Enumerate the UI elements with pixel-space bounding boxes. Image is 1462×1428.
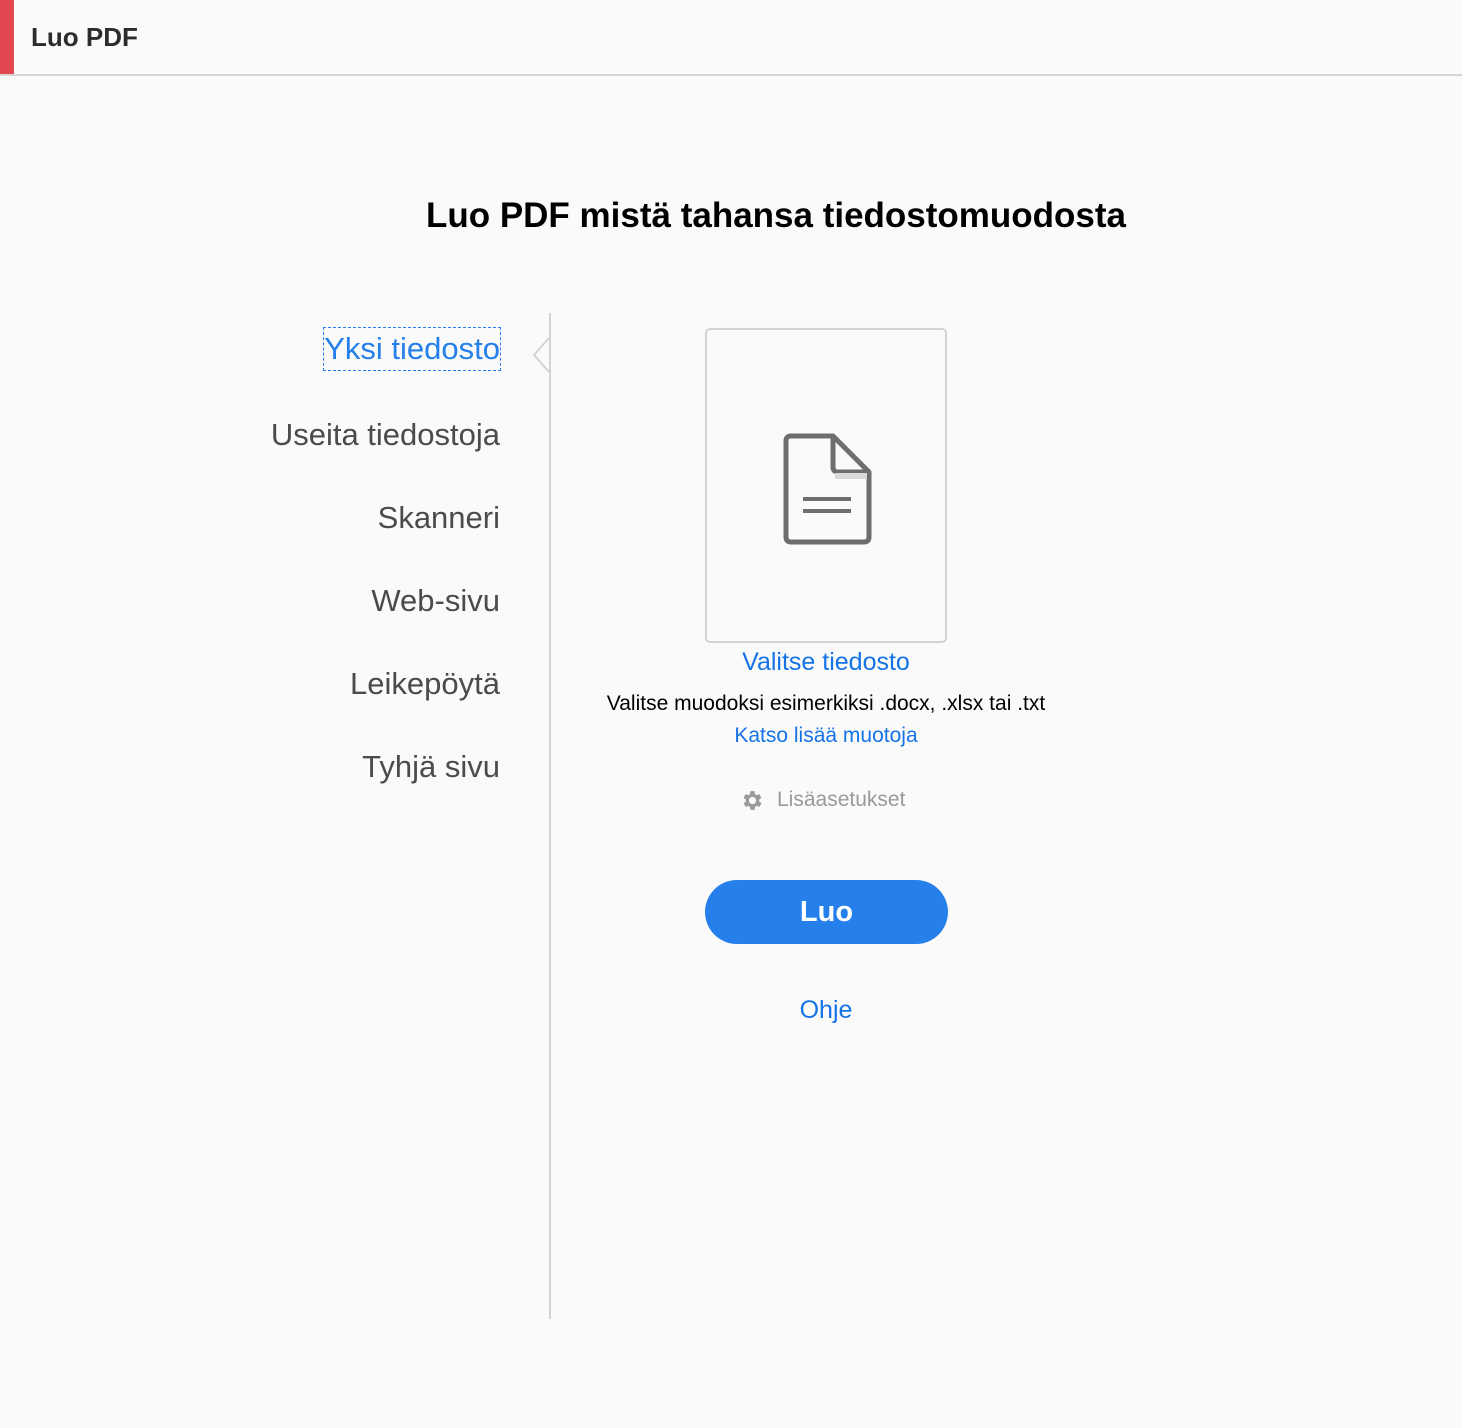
document-icon — [783, 433, 872, 545]
app-header: Luo PDF — [0, 0, 1462, 76]
create-button[interactable]: Luo — [705, 880, 948, 944]
nav-item-web-page[interactable]: Web-sivu — [371, 580, 500, 622]
advanced-settings-link[interactable]: Lisäasetukset — [740, 785, 905, 815]
nav-item-blank-page[interactable]: Tyhjä sivu — [362, 746, 500, 788]
nav-item-multiple-files[interactable]: Useita tiedostoja — [271, 414, 500, 456]
more-formats-link[interactable]: Katso lisää muotoja — [560, 724, 1092, 748]
file-drop-card[interactable] — [705, 328, 947, 643]
choose-file-link[interactable]: Valitse tiedosto — [560, 648, 1092, 677]
help-link[interactable]: Ohje — [560, 996, 1092, 1025]
nav-item-clipboard[interactable]: Leikepöytä — [350, 663, 500, 705]
nav-divider — [549, 313, 551, 1319]
formats-hint-text: Valitse muodoksi esimerkiksi .docx, .xls… — [606, 692, 1046, 715]
app-title: Luo PDF — [31, 22, 138, 52]
page-title: Luo PDF mistä tahansa tiedostomuodosta — [425, 196, 1127, 235]
active-pointer-icon — [533, 338, 549, 372]
nav-item-single-file[interactable]: Yksi tiedosto — [323, 327, 501, 371]
header-accent-bar — [0, 0, 14, 74]
nav-item-scanner[interactable]: Skanneri — [378, 497, 500, 539]
advanced-settings-label: Lisäasetukset — [777, 788, 906, 811]
gear-icon — [743, 790, 762, 810]
